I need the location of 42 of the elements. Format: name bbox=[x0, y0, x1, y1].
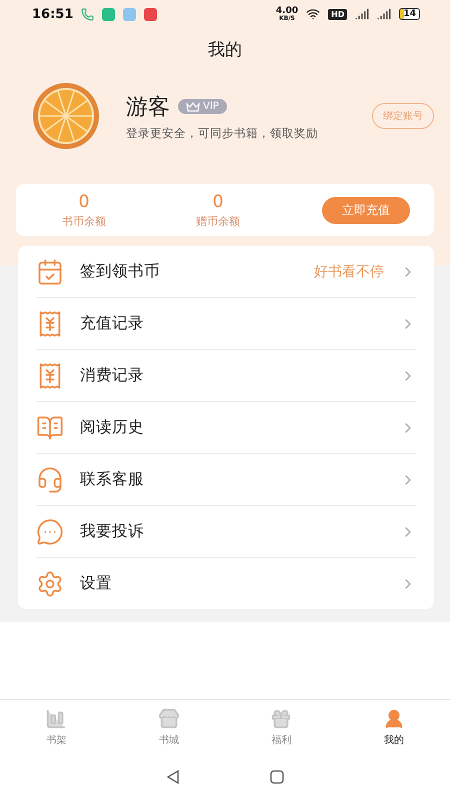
calendar-check-icon bbox=[36, 258, 64, 286]
menu-item[interactable]: 我要投诉 bbox=[80, 521, 384, 542]
tab[interactable]: 福利 bbox=[225, 700, 338, 754]
settings-icon bbox=[36, 570, 64, 598]
vip-badge: VIP bbox=[178, 99, 227, 114]
page-title: 我的 bbox=[207, 39, 243, 62]
menu-item[interactable]: 消费记录 bbox=[80, 365, 384, 386]
balance-label: 书币余额 bbox=[62, 214, 106, 228]
tab[interactable]: 我的 bbox=[338, 700, 450, 754]
menu-item[interactable]: 联系客服 bbox=[80, 469, 384, 490]
user-icon bbox=[382, 708, 405, 730]
menu-item[interactable]: 设置 bbox=[80, 573, 384, 594]
hd-badge: HD bbox=[328, 8, 348, 20]
balance-label: 赠币余额 bbox=[196, 214, 240, 228]
signal-icon bbox=[355, 7, 370, 21]
home-icon[interactable] bbox=[270, 770, 284, 784]
phone-icon bbox=[81, 8, 94, 20]
menu-item[interactable]: 阅读历史 bbox=[80, 417, 384, 438]
headset-icon bbox=[36, 466, 64, 494]
status-time: 16:51 bbox=[32, 6, 74, 22]
app-icon bbox=[123, 8, 136, 20]
menu-hint: 好书看不停 bbox=[314, 262, 384, 280]
login-hint: 登录更安全，可同步书籍，领取奖励 bbox=[126, 126, 319, 140]
balance-value: 0 bbox=[78, 192, 90, 212]
signal-icon bbox=[377, 7, 392, 21]
store-icon bbox=[158, 708, 180, 730]
chat-bubble-icon bbox=[36, 518, 64, 546]
app-icon bbox=[102, 8, 116, 20]
bar-chart-icon bbox=[45, 708, 68, 730]
back-icon[interactable] bbox=[166, 770, 180, 784]
user-name: 游客 bbox=[126, 94, 170, 122]
app-icon bbox=[144, 8, 158, 20]
wifi-icon bbox=[306, 7, 320, 21]
tab[interactable]: 书城 bbox=[112, 700, 225, 754]
book-icon bbox=[36, 414, 64, 442]
tab[interactable]: 书架 bbox=[0, 700, 112, 754]
menu-item[interactable]: 签到领书币 bbox=[80, 261, 298, 282]
menu-item[interactable]: 充值记录 bbox=[80, 313, 384, 334]
balance-value: 0 bbox=[212, 192, 224, 212]
battery-level: 14 bbox=[399, 8, 420, 20]
fruit-slice-avatar bbox=[32, 82, 100, 150]
gift-icon bbox=[270, 708, 292, 730]
